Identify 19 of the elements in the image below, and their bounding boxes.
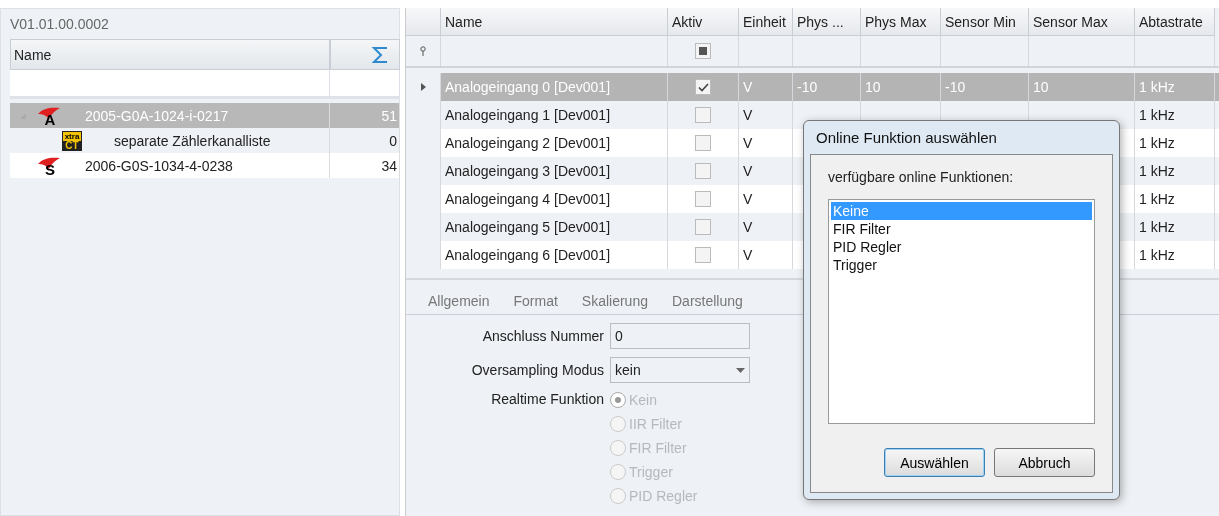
count-cell: 34 xyxy=(330,153,400,178)
counter-list-icon: xtra CT xyxy=(62,130,82,151)
version-label: V01.01.00.0002 xyxy=(10,15,110,34)
tree-item-label: 2005-G0A-1024-i-0217 xyxy=(85,107,229,124)
tree-item-label: 2006-G0S-1034-4-0238 xyxy=(85,157,233,174)
table-cell: Analogeingang 6 [Dev001] xyxy=(441,241,668,269)
dialog-title: Online Funktion auswählen xyxy=(815,128,998,148)
radio-label: IIR Filter xyxy=(629,416,682,432)
radio-label: PID Regler xyxy=(629,488,698,504)
radio-label: Kein xyxy=(629,392,658,408)
table-cell: 1 kHz xyxy=(1135,241,1215,269)
field-label: Oversampling Modus xyxy=(470,362,604,378)
radio-label: FIR Filter xyxy=(629,440,687,456)
radio-label: Trigger xyxy=(629,464,673,480)
table-cell: V xyxy=(739,241,793,269)
prompt-label: verfügbare online Funktionen: xyxy=(828,169,1015,187)
field-label: Anschluss Nummer xyxy=(481,328,604,344)
tree-item-label: separate Zählerkanalliste xyxy=(114,132,271,149)
field-label: Realtime Funktion xyxy=(490,391,604,407)
